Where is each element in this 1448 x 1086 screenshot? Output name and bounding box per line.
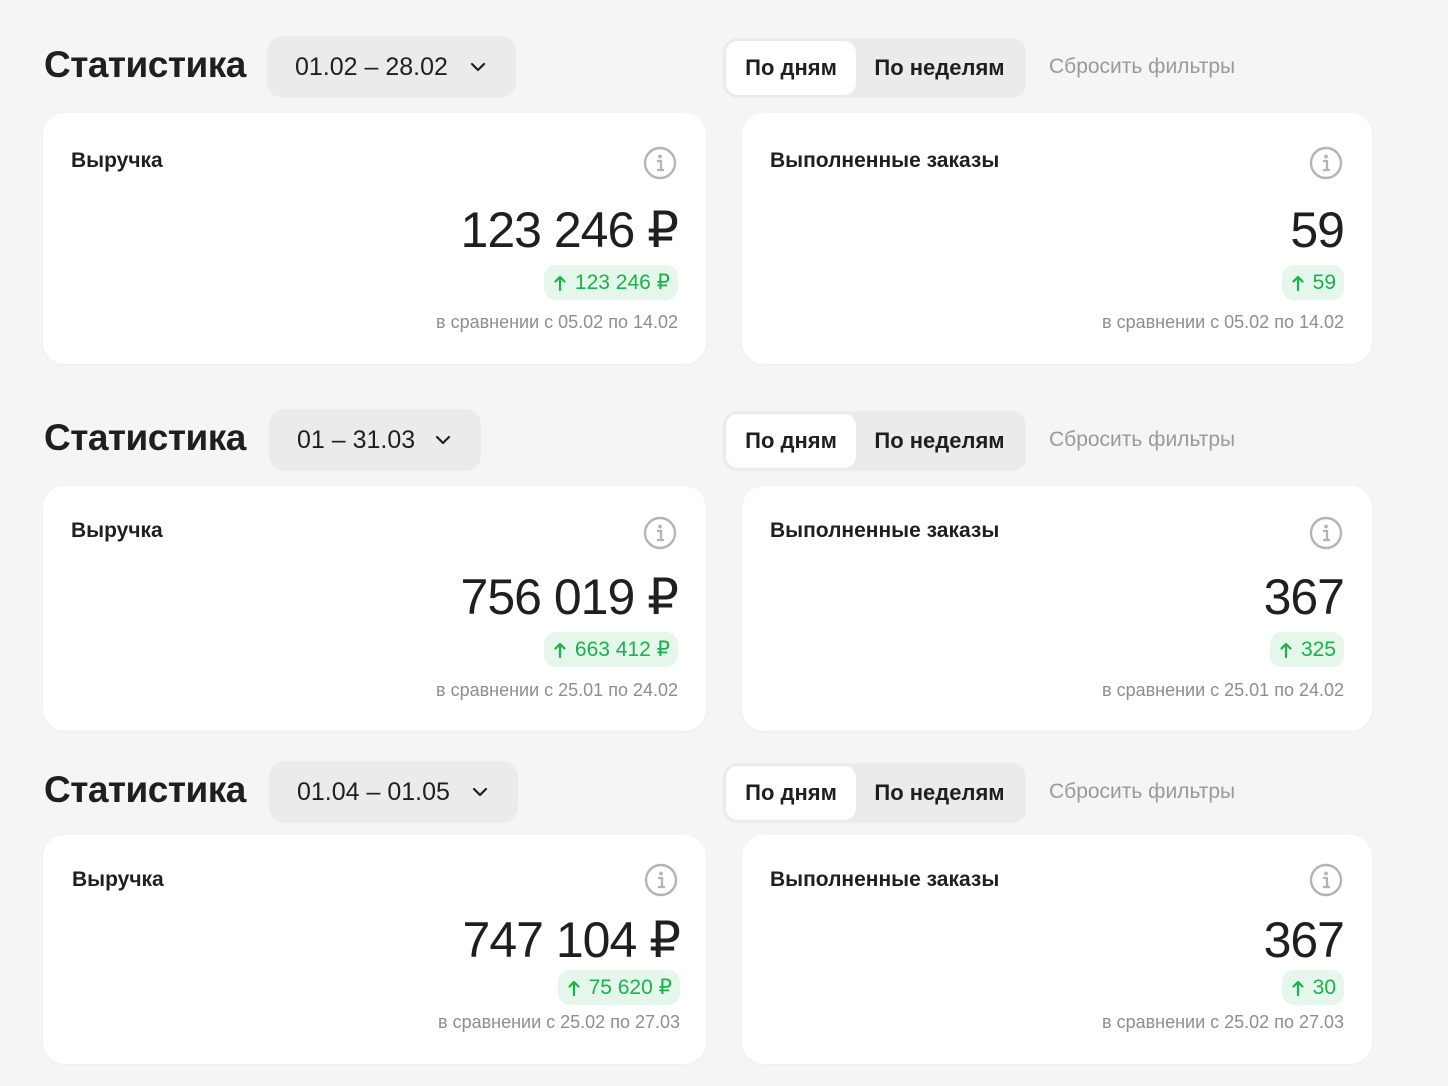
period-dropdown[interactable]: 01 – 31.03: [269, 409, 481, 471]
period-dropdown[interactable]: 01.02 – 28.02: [267, 36, 516, 98]
comparison-period: в сравнении с 25.01 по 24.02: [436, 680, 678, 700]
stats-block-3: Статистика 01.04 – 01.05 По дням По неде…: [0, 725, 1448, 1085]
tab-by-weeks[interactable]: По неделям: [856, 41, 1023, 95]
revenue-delta-badge: 123 246 ₽: [543, 265, 678, 300]
reset-filters-link[interactable]: Сбросить фильтры: [1049, 55, 1235, 79]
period-granularity-toggle: По дням По неделям: [723, 763, 1026, 823]
info-icon[interactable]: [643, 146, 677, 180]
orders-delta-badge: 59: [1281, 265, 1344, 300]
revenue-value: 756 019 ₽: [460, 569, 679, 625]
card-label: Выручка: [71, 149, 163, 172]
period-dropdown[interactable]: 01.04 – 01.05: [269, 761, 518, 823]
arrow-up-icon: [1292, 275, 1304, 291]
delta-value: 325: [1300, 637, 1336, 661]
chevron-down-icon: [472, 787, 488, 797]
page-title: Статистика: [44, 44, 246, 85]
arrow-up-icon: [554, 642, 566, 658]
orders-delta-badge: 325: [1269, 632, 1344, 667]
info-icon[interactable]: [1309, 516, 1343, 550]
tab-by-days[interactable]: По дням: [726, 414, 856, 468]
tab-by-weeks[interactable]: По неделям: [856, 766, 1023, 820]
orders-delta-badge: 30: [1281, 970, 1344, 1005]
reset-filters-link[interactable]: Сбросить фильтры: [1049, 780, 1235, 804]
comparison-period: в сравнении с 25.01 по 24.02: [1102, 680, 1344, 700]
comparison-period: в сравнении с 25.02 по 27.03: [438, 1012, 680, 1032]
orders-value: 367: [1263, 912, 1345, 968]
revenue-card: Выручка 123 246 ₽ 123 246 ₽ в сравнении …: [43, 113, 706, 364]
info-icon[interactable]: [644, 863, 678, 897]
card-label: Выполненные заказы: [770, 868, 1000, 891]
arrow-up-icon: [1280, 642, 1292, 658]
reset-filters-link[interactable]: Сбросить фильтры: [1049, 428, 1235, 452]
info-icon[interactable]: [1309, 146, 1343, 180]
page-title: Статистика: [44, 769, 246, 810]
period-value: 01.02 – 28.02: [295, 52, 448, 81]
orders-card: Выполненные заказы 367 325 в сравнении с…: [742, 486, 1372, 731]
period-value: 01 – 31.03: [297, 425, 416, 454]
period-value: 01.04 – 01.05: [297, 777, 450, 806]
tab-by-days[interactable]: По дням: [726, 766, 856, 820]
delta-value: 75 620 ₽: [588, 976, 672, 999]
card-label: Выполненные заказы: [770, 519, 1000, 542]
delta-value: 30: [1312, 975, 1336, 999]
card-label: Выручка: [71, 519, 163, 542]
arrow-up-icon: [554, 275, 566, 291]
revenue-delta-badge: 75 620 ₽: [557, 970, 680, 1005]
arrow-up-icon: [567, 980, 580, 996]
revenue-value: 747 104 ₽: [462, 912, 681, 968]
revenue-delta-badge: 663 412 ₽: [543, 632, 678, 667]
delta-value: 663 412 ₽: [574, 638, 670, 661]
stats-block-1: Статистика 01.02 – 28.02 По дням По неде…: [0, 0, 1448, 364]
orders-value: 367: [1263, 569, 1345, 625]
comparison-period: в сравнении с 05.02 по 14.02: [436, 312, 678, 332]
delta-value: 59: [1312, 270, 1336, 294]
delta-value: 123 246 ₽: [574, 271, 670, 294]
card-label: Выручка: [72, 868, 164, 891]
page-title: Статистика: [44, 417, 246, 458]
period-granularity-toggle: По дням По неделям: [723, 411, 1026, 471]
chevron-down-icon: [435, 435, 451, 445]
info-icon[interactable]: [1309, 863, 1343, 897]
revenue-card: Выручка 756 019 ₽ 663 412 ₽ в сравнении …: [43, 486, 706, 731]
revenue-value: 123 246 ₽: [460, 202, 679, 258]
card-label: Выполненные заказы: [770, 149, 1000, 172]
arrow-up-icon: [1292, 980, 1304, 996]
period-granularity-toggle: По дням По неделям: [723, 38, 1026, 98]
chevron-down-icon: [470, 62, 486, 72]
info-icon[interactable]: [643, 516, 677, 550]
orders-card: Выполненные заказы 367 30 в сравнении с …: [742, 835, 1372, 1064]
tab-by-weeks[interactable]: По неделям: [856, 414, 1023, 468]
revenue-card: Выручка 747 104 ₽ 75 620 ₽ в сравнении с…: [43, 835, 706, 1064]
comparison-period: в сравнении с 25.02 по 27.03: [1102, 1012, 1344, 1032]
orders-value: 59: [1290, 202, 1345, 258]
tab-by-days[interactable]: По дням: [726, 41, 856, 95]
comparison-period: в сравнении с 05.02 по 14.02: [1102, 312, 1344, 332]
orders-card: Выполненные заказы 59 59 в сравнении с 0…: [742, 113, 1372, 364]
stats-block-2: Статистика 01 – 31.03 По дням По неделям…: [0, 373, 1448, 733]
